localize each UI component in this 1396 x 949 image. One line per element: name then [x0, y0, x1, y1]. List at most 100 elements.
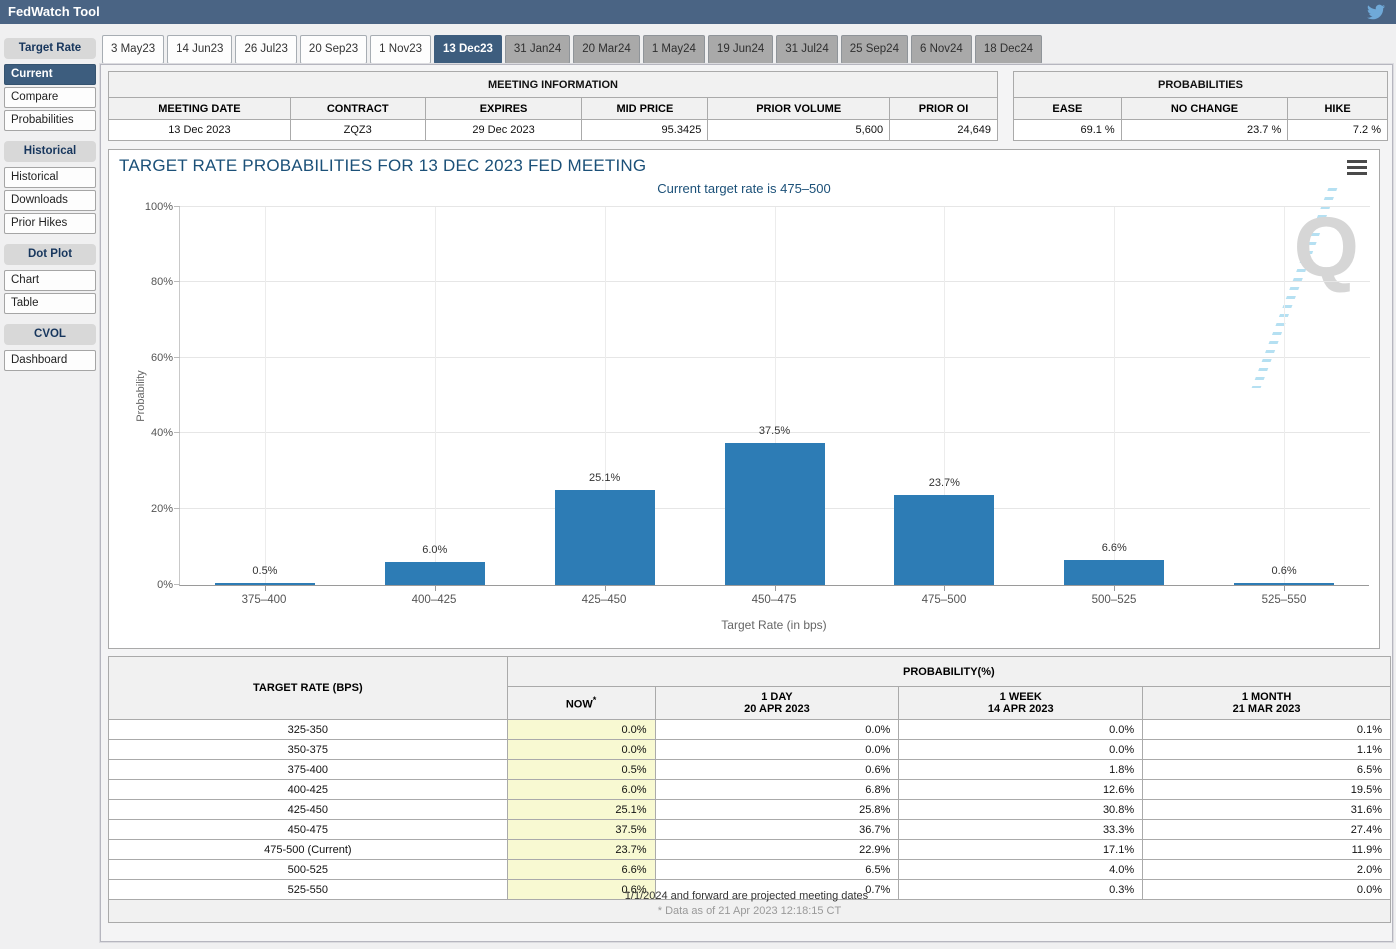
- prior-oi-value: 24,649: [890, 120, 998, 141]
- chart-title: TARGET RATE PROBABILITIES FOR 13 DEC 202…: [119, 156, 646, 176]
- y-tick-20: 20%: [113, 503, 173, 515]
- table-row: 400-4256.0%6.8%12.6%19.5%: [109, 780, 1391, 800]
- sidebar-item-probabilities[interactable]: Probabilities: [4, 110, 96, 131]
- table-row: 375-4000.5%0.6%1.8%6.5%: [109, 760, 1391, 780]
- no-change-value: 23.7 %: [1121, 120, 1288, 141]
- y-tick-100: 100%: [113, 201, 173, 213]
- col-prior-oi: PRIOR OI: [890, 98, 998, 120]
- sidebar-item-compare[interactable]: Compare: [4, 87, 96, 108]
- tab-20mar24[interactable]: 20 Mar24: [573, 35, 640, 64]
- x-cat: 500–525: [1029, 594, 1199, 606]
- table-row: 500-5256.6%6.5%4.0%2.0%: [109, 860, 1391, 880]
- chart-plot-area: 0% 20% 40% 60% 80% 100% 0.5% 6.0%: [179, 207, 1369, 586]
- sidebar-item-table[interactable]: Table: [4, 293, 96, 314]
- fedwatch-page: FedWatch Tool Target Rate Current Compar…: [0, 0, 1396, 949]
- sidebar-header-historical: Historical: [4, 141, 96, 162]
- chart-subtitle: Current target rate is 475–500: [109, 181, 1379, 196]
- x-axis-categories: 375–400 400–425 425–450 450–475 475–500 …: [179, 594, 1369, 606]
- col-now: NOW*: [507, 687, 655, 720]
- bar-value-label: 0.5%: [180, 565, 350, 577]
- probability-bar[interactable]: [725, 443, 825, 585]
- bar-slot-375-400: 0.5%: [180, 207, 350, 585]
- probabilities-summary-table: PROBABILITIES EASE NO CHANGE HIKE 69.1 %…: [1013, 71, 1388, 141]
- bar-slot-500-525: 6.6%: [1029, 207, 1199, 585]
- col-contract: CONTRACT: [290, 98, 425, 120]
- x-axis-title: Target Rate (in bps): [179, 618, 1369, 632]
- bar-slot-400-425: 6.0%: [350, 207, 520, 585]
- tab-18dec24[interactable]: 18 Dec24: [975, 35, 1042, 64]
- table-row: 425-45025.1%25.8%30.8%31.6%: [109, 800, 1391, 820]
- x-cat: 425–450: [519, 594, 689, 606]
- chart-menu-icon[interactable]: [1347, 160, 1367, 175]
- probability-bar[interactable]: [215, 583, 315, 585]
- y-tick-40: 40%: [113, 427, 173, 439]
- sidebar-item-current[interactable]: Current: [4, 64, 96, 85]
- prior-volume-value: 5,600: [708, 120, 890, 141]
- bar-value-label: 37.5%: [690, 425, 860, 437]
- expires-value: 29 Dec 2023: [425, 120, 582, 141]
- col-1-week: 1 WEEK14 APR 2023: [899, 687, 1143, 720]
- hike-value: 7.2 %: [1288, 120, 1388, 141]
- probability-bar[interactable]: [894, 495, 994, 585]
- bar-value-label: 0.6%: [1199, 565, 1369, 577]
- bar-slot-425-450: 25.1%: [520, 207, 690, 585]
- table-row-current: 475-500 (Current)23.7%22.9%17.1%11.9%: [109, 840, 1391, 860]
- probability-bar[interactable]: [1234, 583, 1334, 585]
- tab-19jun24[interactable]: 19 Jun24: [708, 35, 773, 64]
- tab-31jan24[interactable]: 31 Jan24: [505, 35, 570, 64]
- tab-1nov23[interactable]: 1 Nov23: [370, 35, 431, 64]
- y-tick-80: 80%: [113, 276, 173, 288]
- sidebar-item-prior-hikes[interactable]: Prior Hikes: [4, 213, 96, 234]
- probability-bar[interactable]: [555, 490, 655, 585]
- probability-bar[interactable]: [385, 562, 485, 585]
- meeting-date-tabs: 3 May23 14 Jun23 26 Jul23 20 Sep23 1 Nov…: [102, 33, 1045, 64]
- tab-1may24[interactable]: 1 May24: [643, 35, 705, 64]
- sidebar-header-cvol: CVOL: [4, 324, 96, 345]
- col-1-day: 1 DAY20 APR 2023: [655, 687, 899, 720]
- probabilities-title: PROBABILITIES: [1014, 72, 1388, 98]
- twitter-icon[interactable]: [1366, 3, 1386, 21]
- col-prior-volume: PRIOR VOLUME: [708, 98, 890, 120]
- mid-price-value: 95.3425: [582, 120, 708, 141]
- target-rate-chart-panel: TARGET RATE PROBABILITIES FOR 13 DEC 202…: [108, 149, 1380, 649]
- probability-bar[interactable]: [1064, 560, 1164, 585]
- tab-13dec23-selected[interactable]: 13 Dec23: [434, 35, 502, 64]
- sidebar-item-historical[interactable]: Historical: [4, 167, 96, 188]
- y-tick-0: 0%: [113, 579, 173, 591]
- col-1-month: 1 MONTH21 MAR 2023: [1143, 687, 1391, 720]
- col-hike: HIKE: [1288, 98, 1388, 120]
- col-no-change: NO CHANGE: [1121, 98, 1288, 120]
- col-expires: EXPIRES: [425, 98, 582, 120]
- app-header: FedWatch Tool: [0, 0, 1396, 24]
- sidebar-header-target-rate: Target Rate: [4, 38, 96, 59]
- col-meeting-date: MEETING DATE: [109, 98, 291, 120]
- sidebar-item-dashboard[interactable]: Dashboard: [4, 350, 96, 371]
- x-cat: 475–500: [859, 594, 1029, 606]
- col-group-probability: PROBABILITY(%): [507, 657, 1390, 687]
- tab-6nov24[interactable]: 6 Nov24: [911, 35, 972, 64]
- projection-note: 1/1/2024 and forward are projected meeti…: [101, 890, 1392, 902]
- probability-detail-table: TARGET RATE (BPS) PROBABILITY(%) NOW* 1 …: [108, 656, 1391, 923]
- tab-26jul23[interactable]: 26 Jul23: [235, 35, 296, 64]
- sidebar-item-downloads[interactable]: Downloads: [4, 190, 96, 211]
- sidebar-item-chart[interactable]: Chart: [4, 270, 96, 291]
- col-target-rate-bps: TARGET RATE (BPS): [109, 657, 508, 720]
- y-tick-60: 60%: [113, 352, 173, 364]
- tab-14jun23[interactable]: 14 Jun23: [167, 35, 232, 64]
- ease-value: 69.1 %: [1014, 120, 1122, 141]
- tab-31jul24[interactable]: 31 Jul24: [776, 35, 837, 64]
- col-mid-price: MID PRICE: [582, 98, 708, 120]
- bar-value-label: 25.1%: [520, 472, 690, 484]
- tab-3may23[interactable]: 3 May23: [102, 35, 164, 64]
- table-row: 450-47537.5%36.7%33.3%27.4%: [109, 820, 1391, 840]
- table-row: 325-3500.0%0.0%0.0%0.1%: [109, 720, 1391, 740]
- tab-25sep24[interactable]: 25 Sep24: [841, 35, 908, 64]
- meeting-information-table: MEETING INFORMATION MEETING DATE CONTRAC…: [108, 71, 998, 141]
- x-cat: 400–425: [349, 594, 519, 606]
- sidebar: Target Rate Current Compare Probabilitie…: [4, 38, 96, 373]
- tab-20sep23[interactable]: 20 Sep23: [300, 35, 367, 64]
- meeting-information-title: MEETING INFORMATION: [109, 72, 998, 98]
- x-cat: 450–475: [689, 594, 859, 606]
- bar-value-label: 6.6%: [1029, 542, 1199, 554]
- table-row: 350-3750.0%0.0%0.0%1.1%: [109, 740, 1391, 760]
